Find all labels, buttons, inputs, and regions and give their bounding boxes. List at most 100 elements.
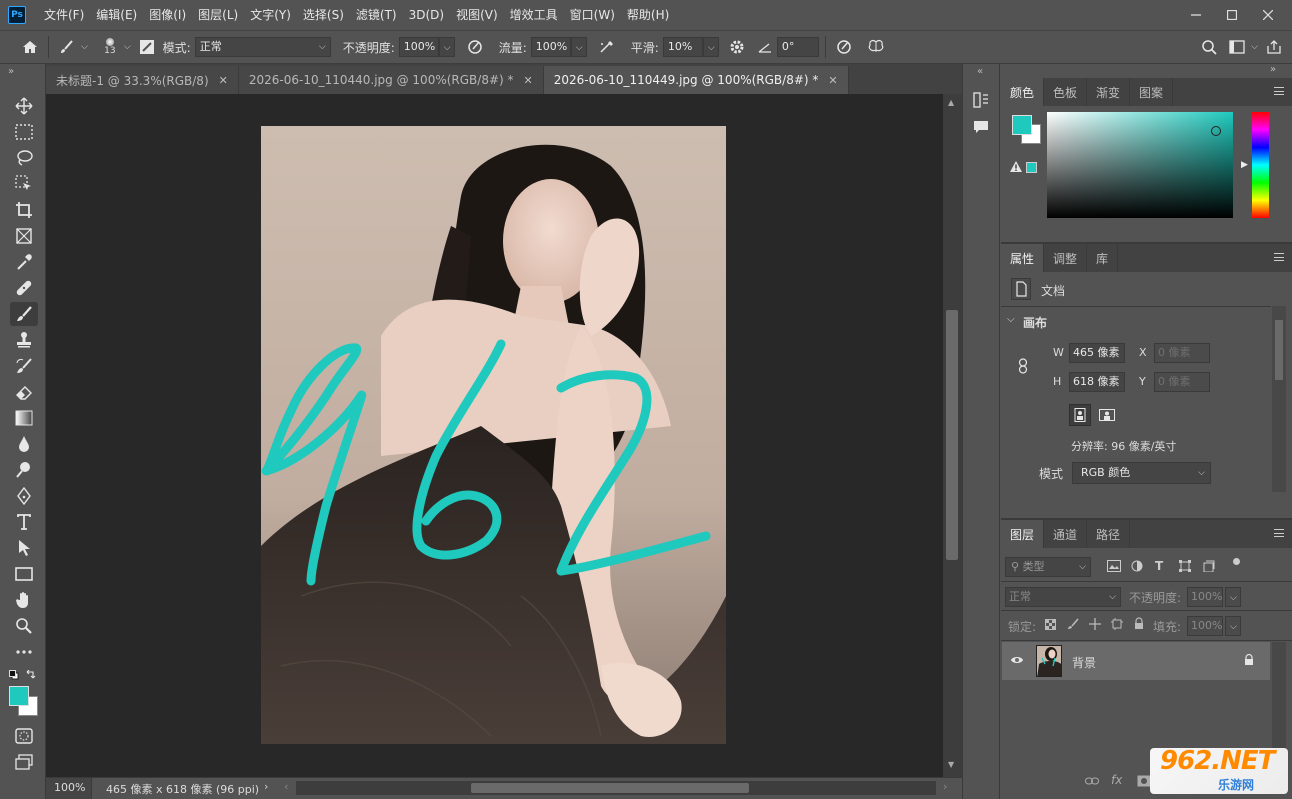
smooth-input[interactable]: 10%	[662, 37, 703, 57]
menu-image[interactable]: 图像(I)	[143, 0, 192, 30]
layer-row[interactable]: 背景	[1002, 642, 1270, 680]
fill-dropdown[interactable]: ⌵	[1225, 616, 1241, 636]
scroll-right-icon[interactable]: ›	[943, 780, 947, 793]
close-icon[interactable]: ✕	[828, 74, 837, 87]
blur-tool-icon[interactable]	[10, 432, 38, 456]
portrait-orientation-button[interactable]	[1069, 404, 1091, 426]
maximize-button[interactable]	[1214, 4, 1250, 26]
collapse-chevrons-icon[interactable]: »	[1270, 64, 1292, 78]
gradient-tool-icon[interactable]	[10, 406, 38, 430]
search-icon[interactable]	[1197, 35, 1221, 59]
share-icon[interactable]	[1262, 35, 1286, 59]
rectangle-tool-icon[interactable]	[10, 562, 38, 586]
brush-tool-icon[interactable]	[10, 302, 38, 326]
lock-all-icon[interactable]	[1134, 617, 1144, 630]
crop-tool-icon[interactable]	[10, 198, 38, 222]
tab-libraries[interactable]: 库	[1087, 244, 1119, 272]
pen-tool-icon[interactable]	[10, 484, 38, 508]
scroll-down-icon[interactable]: ▼	[948, 760, 954, 769]
collapse-chevrons-icon[interactable]: «	[977, 66, 983, 77]
layers-scrollbar[interactable]	[1272, 642, 1286, 762]
scroll-up-icon[interactable]: ▲	[948, 98, 954, 107]
history-brush-tool-icon[interactable]	[10, 354, 38, 378]
tab-adjustments[interactable]: 调整	[1044, 244, 1088, 272]
stamp-tool-icon[interactable]	[10, 328, 38, 352]
lock-artboard-icon[interactable]	[1111, 618, 1123, 630]
frame-tool-icon[interactable]	[10, 224, 38, 248]
menu-filter[interactable]: 滤镜(T)	[350, 0, 403, 30]
tab-document-2[interactable]: 2026-06-10_110440.jpg @ 100%(RGB/8#) * ✕	[238, 66, 544, 94]
dodge-tool-icon[interactable]	[10, 458, 38, 482]
menu-3d[interactable]: 3D(D)	[403, 0, 450, 30]
panel-menu-icon[interactable]	[1274, 529, 1284, 537]
scrollbar-thumb[interactable]	[1275, 320, 1283, 380]
menu-window[interactable]: 窗口(W)	[564, 0, 621, 30]
brush-settings-icon[interactable]	[135, 35, 159, 59]
menu-help[interactable]: 帮助(H)	[621, 0, 675, 30]
gear-icon[interactable]	[725, 35, 749, 59]
y-input[interactable]: 0 像素	[1154, 372, 1210, 392]
screen-mode-icon[interactable]	[10, 750, 38, 774]
tab-paths[interactable]: 路径	[1087, 520, 1131, 548]
horizontal-scrollbar[interactable]	[296, 781, 936, 795]
document-canvas[interactable]	[261, 126, 726, 744]
menu-select[interactable]: 选择(S)	[297, 0, 350, 30]
tab-channels[interactable]: 通道	[1044, 520, 1088, 548]
path-select-tool-icon[interactable]	[10, 536, 38, 560]
flow-dropdown[interactable]: ⌵	[570, 37, 587, 57]
tab-layers[interactable]: 图层	[1001, 520, 1045, 548]
close-window-button[interactable]	[1250, 4, 1286, 26]
chevron-down-icon[interactable]: ⌵	[1251, 42, 1258, 52]
eraser-tool-icon[interactable]	[10, 380, 38, 404]
height-input[interactable]: 618 像素	[1069, 372, 1125, 392]
layer-mask-icon[interactable]	[1137, 775, 1151, 787]
menu-view[interactable]: 视图(V)	[450, 0, 504, 30]
lock-transparent-icon[interactable]	[1045, 619, 1056, 630]
lasso-tool-icon[interactable]	[10, 146, 38, 170]
move-tool-icon[interactable]	[10, 94, 38, 118]
scrollbar-thumb[interactable]	[471, 783, 749, 793]
opacity-input[interactable]: 100%	[398, 37, 439, 57]
tab-document-3[interactable]: 2026-06-10_110449.jpg @ 100%(RGB/8#) * ✕	[543, 66, 849, 94]
tab-swatches[interactable]: 色板	[1044, 78, 1088, 106]
layer-opacity-dropdown[interactable]: ⌵	[1225, 587, 1241, 607]
pressure-opacity-icon[interactable]	[463, 35, 487, 59]
web-safe-color-swatch[interactable]	[1026, 162, 1037, 173]
layer-filter-select[interactable]: ⚲ 类型 ⌵	[1005, 557, 1091, 577]
flow-input[interactable]: 100%	[530, 37, 571, 57]
symmetry-butterfly-icon[interactable]	[864, 35, 888, 59]
brush-tool-preset-icon[interactable]	[55, 35, 79, 59]
lock-pixels-icon[interactable]	[1067, 618, 1079, 630]
hue-slider[interactable]	[1252, 112, 1269, 218]
minimize-button[interactable]	[1178, 4, 1214, 26]
link-icon[interactable]	[1018, 358, 1028, 374]
pressure-size-icon[interactable]	[832, 35, 856, 59]
chevron-down-icon[interactable]: ⌵	[124, 42, 131, 52]
tab-document-1[interactable]: 未标题-1 @ 33.3%(RGB/8) ✕	[46, 66, 239, 94]
hand-tool-icon[interactable]	[10, 588, 38, 612]
menu-layer[interactable]: 图层(L)	[192, 0, 244, 30]
hue-slider-handle[interactable]: ▶	[1241, 160, 1248, 170]
workspace-icon[interactable]	[1225, 35, 1249, 59]
lock-position-icon[interactable]	[1089, 618, 1101, 630]
history-panel-icon[interactable]	[973, 92, 989, 108]
type-tool-icon[interactable]	[10, 510, 38, 534]
tab-patterns[interactable]: 图案	[1130, 78, 1174, 106]
quick-mask-icon[interactable]	[10, 724, 38, 748]
chevron-down-icon[interactable]: ⌵	[81, 42, 88, 52]
filter-adjustment-icon[interactable]	[1131, 560, 1143, 572]
vertical-scrollbar[interactable]: ▲ ▼	[943, 94, 962, 777]
chevron-right-icon[interactable]: ›	[264, 780, 268, 793]
scroll-left-icon[interactable]: ‹	[284, 780, 288, 793]
opacity-dropdown[interactable]: ⌵	[438, 37, 455, 57]
x-input[interactable]: 0 像素	[1154, 343, 1210, 363]
tab-gradients[interactable]: 渐变	[1087, 78, 1131, 106]
foreground-color-swatch[interactable]	[1012, 115, 1032, 135]
landscape-orientation-button[interactable]	[1096, 404, 1118, 426]
foreground-color-swatch[interactable]	[9, 686, 29, 706]
eye-icon[interactable]	[1010, 655, 1024, 665]
color-mode-select[interactable]: RGB 颜色 ⌵	[1072, 462, 1211, 484]
zoom-tool-icon[interactable]	[10, 614, 38, 638]
home-icon[interactable]	[18, 35, 42, 59]
tab-color[interactable]: 颜色	[1001, 78, 1045, 106]
